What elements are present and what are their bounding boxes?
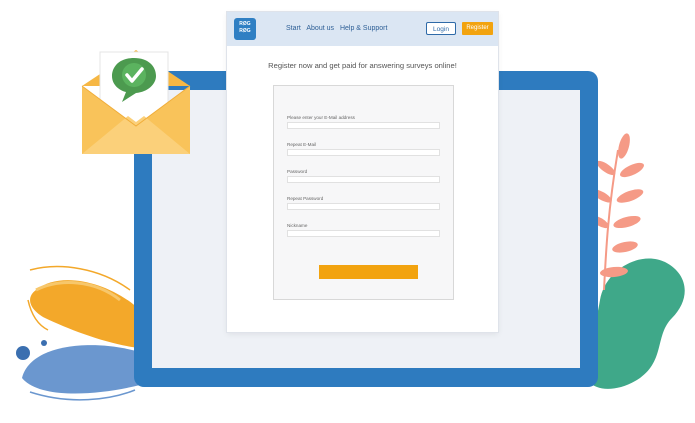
nickname-field[interactable] xyxy=(287,230,440,237)
page-headline: Register now and get paid for answering … xyxy=(268,61,457,70)
login-button[interactable]: Login xyxy=(426,22,456,35)
envelope-icon xyxy=(81,50,191,154)
email-label: Please enter your E-Mail address xyxy=(287,115,355,120)
register-button[interactable]: Register xyxy=(462,22,493,35)
site-logo[interactable]: RØG RØG xyxy=(234,18,256,40)
submit-button[interactable] xyxy=(319,265,418,279)
nickname-label: Nickname xyxy=(287,223,308,228)
logo-text-bottom: RØG xyxy=(239,28,251,34)
nav-link-about[interactable]: About us xyxy=(306,25,334,32)
repeat-password-field[interactable] xyxy=(287,203,440,210)
password-label: Password xyxy=(287,169,308,174)
green-blob xyxy=(585,258,685,389)
registration-form: Please enter your E-Mail address Repeat … xyxy=(273,85,454,300)
nav-links: Start About us Help & Support xyxy=(286,25,391,32)
repeat-email-label: Repeat E-Mail xyxy=(287,142,317,147)
logo-text-top: RØG xyxy=(239,21,251,27)
nav-link-start[interactable]: Start xyxy=(286,25,301,32)
email-field[interactable] xyxy=(287,122,440,129)
nav-link-help[interactable]: Help & Support xyxy=(340,25,387,32)
blue-leaf-shape xyxy=(22,345,140,394)
navbar: RØG RØG Start About us Help & Support Lo… xyxy=(227,12,498,46)
registration-page: RØG RØG Start About us Help & Support Lo… xyxy=(227,12,498,332)
repeat-email-field[interactable] xyxy=(287,149,440,156)
repeat-password-label: Repeat Password xyxy=(287,196,324,201)
orange-leaf-shape xyxy=(30,280,148,348)
password-field[interactable] xyxy=(287,176,440,183)
